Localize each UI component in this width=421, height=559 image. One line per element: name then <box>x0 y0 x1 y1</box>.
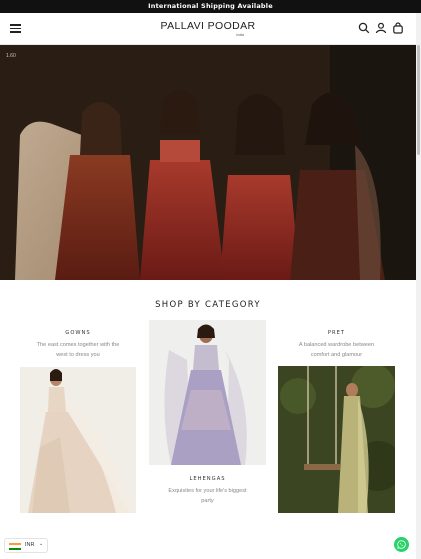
pret-photo <box>278 366 395 513</box>
category-desc-line: The east comes together with the <box>36 342 120 348</box>
section-title: SHOP BY CATEGORY <box>155 300 261 310</box>
category-desc-gowns: The east comes together with the west to… <box>20 341 136 360</box>
account-icon[interactable] <box>375 22 387 34</box>
menu-icon[interactable] <box>10 22 22 34</box>
category-desc-line: party <box>201 497 214 504</box>
category-title-pret[interactable]: PRET <box>278 330 395 336</box>
chevron-down-icon: ⌄ <box>39 541 44 547</box>
category-desc-line: west to dress you <box>56 351 100 358</box>
category-desc-line: Exquisites for your life's biggest <box>168 488 247 494</box>
category-image-gowns[interactable] <box>20 367 136 513</box>
logo-subtext: India <box>236 33 244 37</box>
category-title-gowns[interactable]: GOWNS <box>20 330 136 336</box>
scrollbar-thumb[interactable] <box>417 45 420 155</box>
page-scrollbar[interactable] <box>416 13 421 559</box>
hero-badge: 1.60 <box>6 53 16 59</box>
hero-image <box>0 45 416 280</box>
category-image-lehengas[interactable] <box>149 320 266 465</box>
site-header: PALLAVI POODAR India <box>0 13 416 45</box>
bag-icon[interactable] <box>392 22 404 34</box>
lehenga-photo <box>164 324 247 465</box>
whatsapp-icon <box>397 540 406 549</box>
category-desc-pret: A balanced wardrobe between comfort and … <box>278 341 395 360</box>
currency-label: INR <box>25 542 35 548</box>
announcement-bar: International Shipping Available <box>0 0 421 13</box>
category-desc-line: comfort and glamour <box>310 351 363 358</box>
currency-selector[interactable]: INR ⌄ <box>4 538 48 553</box>
category-image-pret[interactable] <box>278 366 395 513</box>
hero-banner[interactable]: 1.60 <box>0 45 416 280</box>
search-icon[interactable] <box>358 22 370 34</box>
whatsapp-button[interactable] <box>394 537 409 552</box>
category-desc-lehengas: Exquisites for your life's biggest party <box>149 487 266 506</box>
category-desc-line: A balanced wardrobe between <box>298 342 375 348</box>
logo[interactable]: PALLAVI POODAR India <box>160 19 256 41</box>
category-title-lehengas[interactable]: LEHENGAS <box>149 476 266 482</box>
logo-text: PALLAVI POODAR <box>160 20 256 32</box>
gown-photo <box>28 369 132 513</box>
india-flag-icon <box>9 543 21 550</box>
